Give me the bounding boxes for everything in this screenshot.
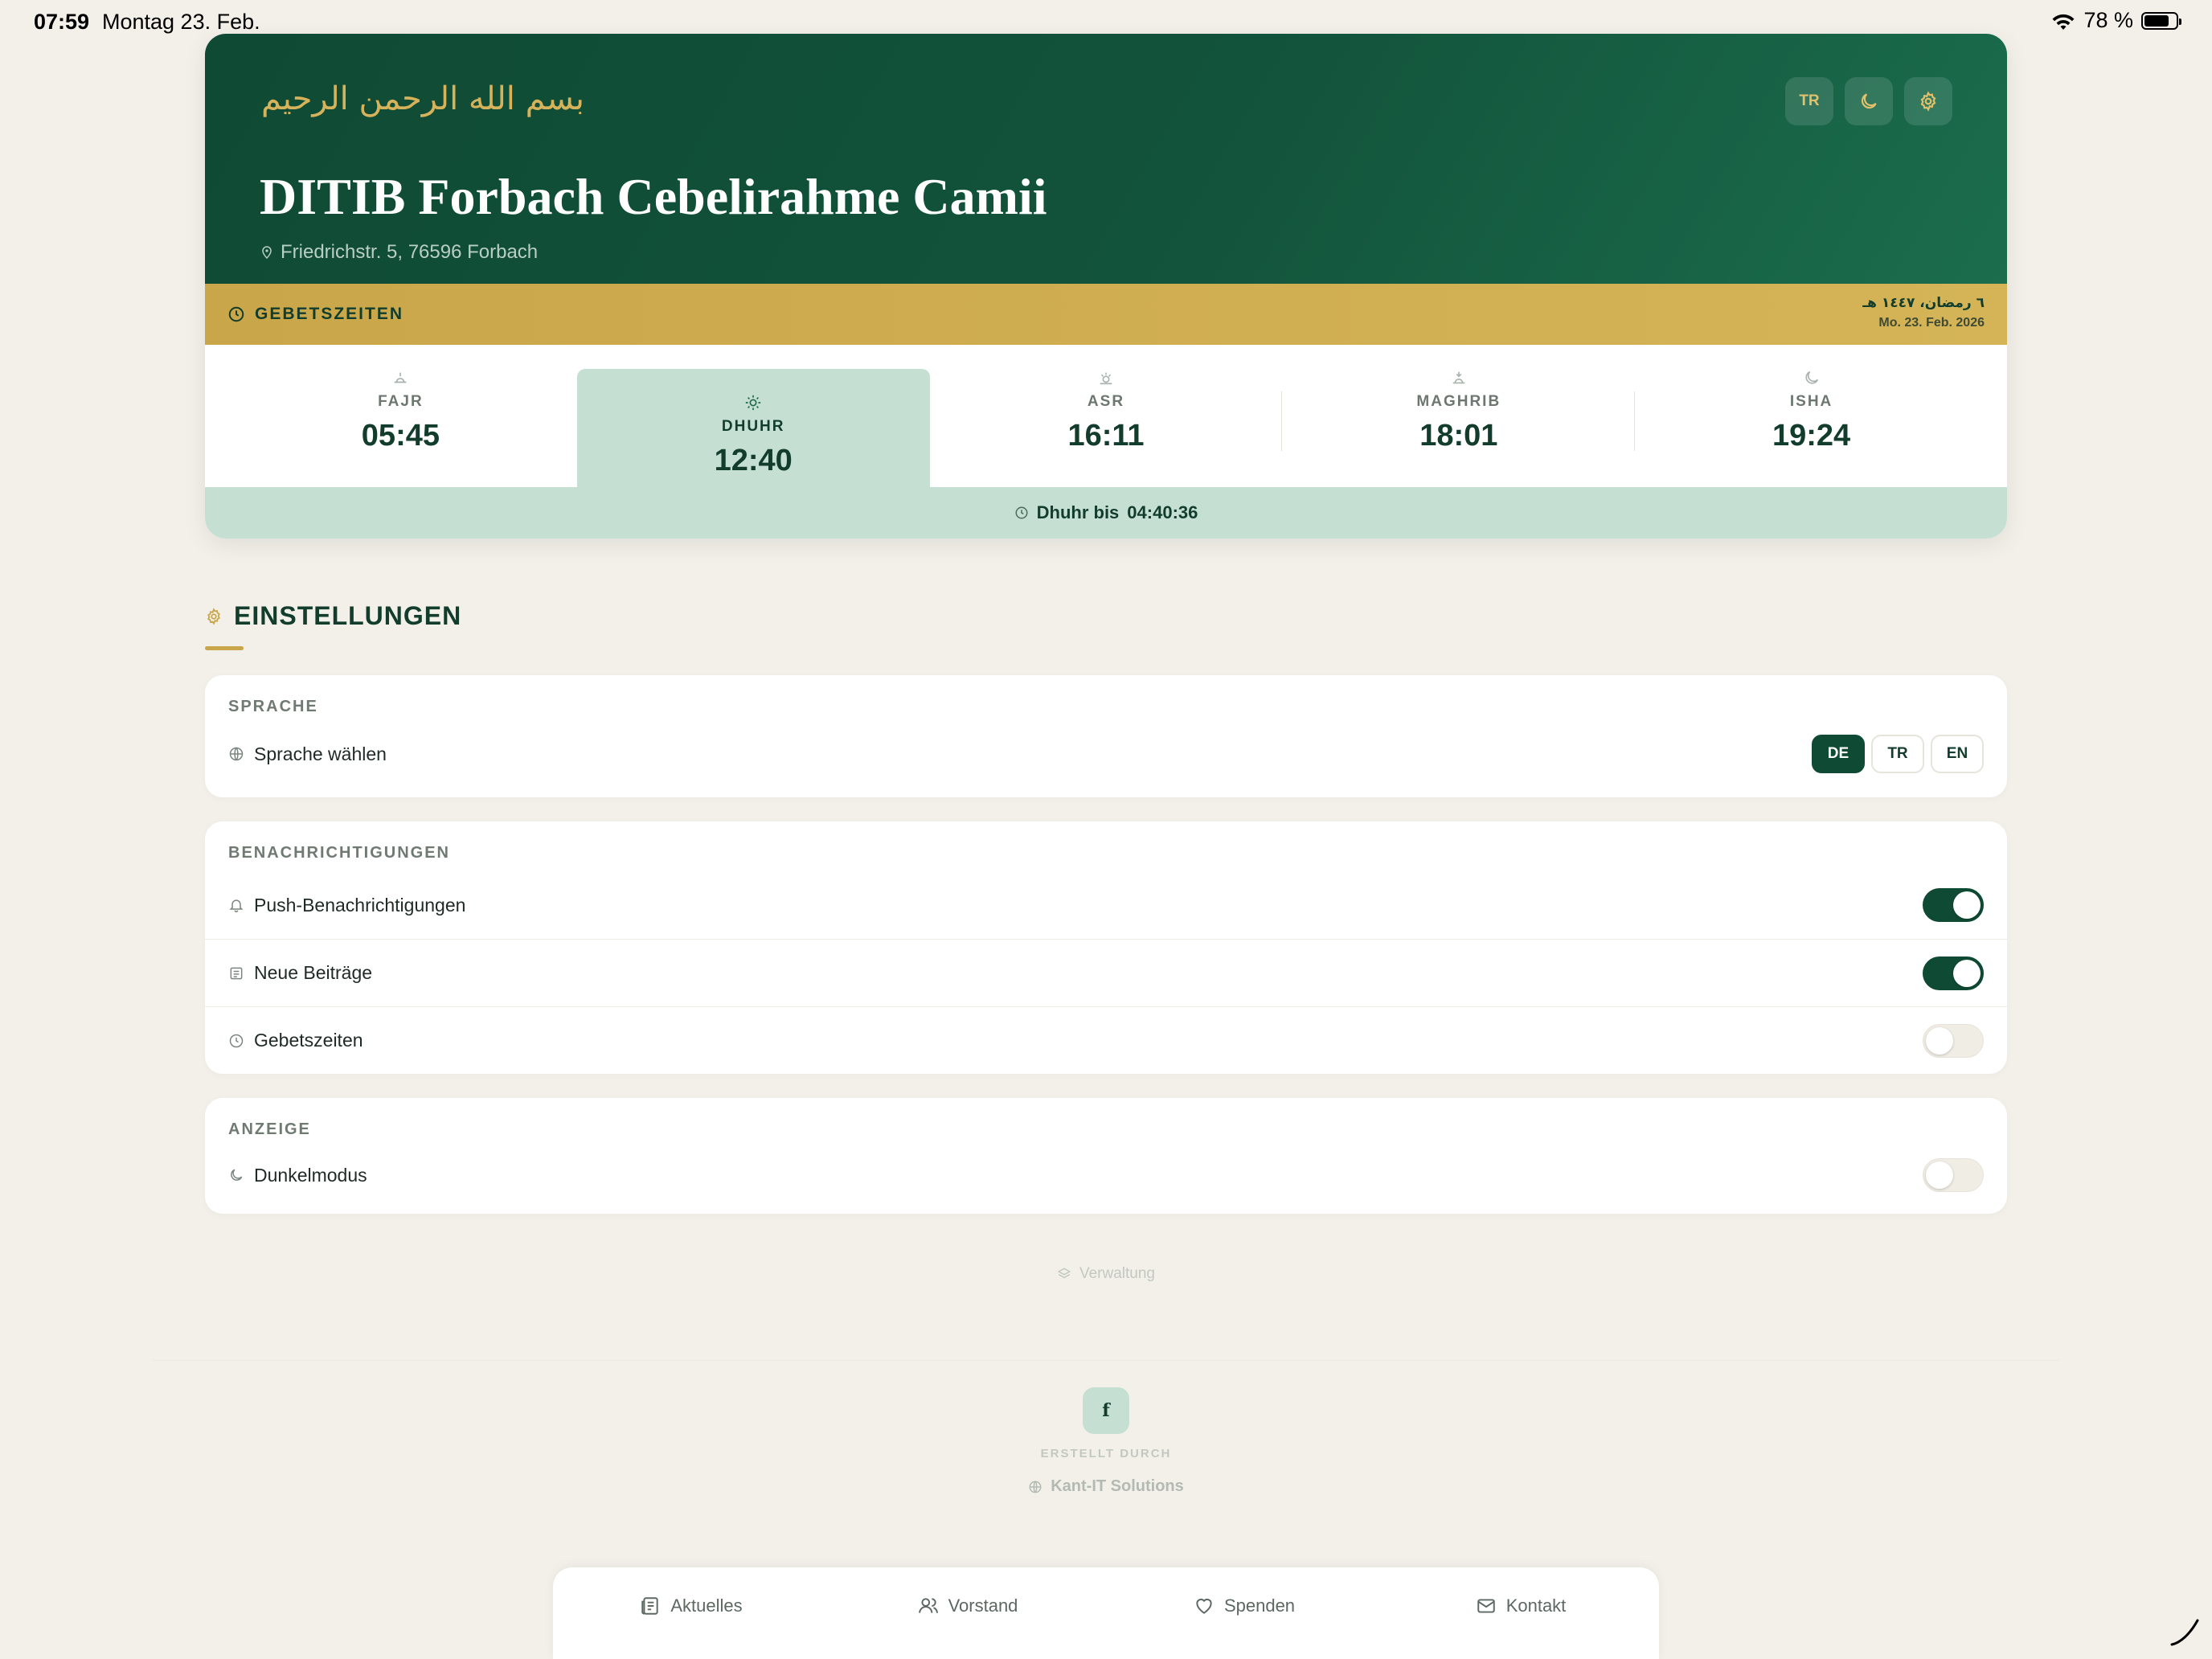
- sun-low-icon: [1100, 372, 1112, 385]
- layers-icon: [1057, 1268, 1071, 1279]
- language-section-header: SPRACHE: [228, 698, 318, 715]
- gear-icon: [1920, 91, 1936, 112]
- next-prayer-countdown: Dhuhr bis 04:40:36: [205, 487, 2007, 539]
- prayer-card: بسم الله الرحمن الرحيم DITIB Forbach Ceb…: [205, 34, 2007, 539]
- address: Friedrichstr. 5, 76596 Forbach: [261, 241, 538, 264]
- wifi-icon: [2051, 12, 2075, 30]
- dark-mode-button[interactable]: [1845, 77, 1893, 125]
- hero-header: بسم الله الرحمن الرحيم DITIB Forbach Ceb…: [205, 34, 2007, 284]
- admin-link[interactable]: Verwaltung: [0, 1265, 2212, 1283]
- lang-option-en[interactable]: EN: [1931, 735, 1984, 773]
- settings-title: EINSTELLUNGEN: [205, 601, 461, 631]
- dark-mode-toggle[interactable]: [1923, 1158, 1984, 1192]
- footer-divider: [153, 1360, 2059, 1361]
- countdown-label: Dhuhr bis: [1036, 502, 1120, 522]
- status-time: 07:59: [34, 10, 90, 34]
- moon-icon: [231, 1169, 243, 1181]
- language-selector: DE TR EN: [1812, 735, 1984, 773]
- clock-icon: [228, 306, 244, 322]
- tab-spenden[interactable]: Spenden: [1106, 1567, 1382, 1659]
- new-posts-row: Neue Beiträge: [205, 939, 2007, 1006]
- display-card: ANZEIGE Dunkelmodus: [205, 1098, 2007, 1214]
- prayer-dhuhr: DHUHR 12:40: [576, 369, 930, 503]
- settings-button[interactable]: [1904, 77, 1952, 125]
- tab-kontakt[interactable]: Kontakt: [1382, 1567, 1659, 1659]
- countdown-value: 04:40:36: [1127, 502, 1198, 522]
- notifications-section-header: BENACHRICHTIGUNGEN: [228, 844, 450, 862]
- clock-icon: [1015, 506, 1028, 519]
- company-link[interactable]: Kant-IT Solutions: [0, 1477, 2212, 1496]
- display-section-header: ANZEIGE: [228, 1120, 311, 1138]
- header-actions: TR: [1785, 77, 1952, 125]
- battery-icon: [2141, 11, 2181, 30]
- tab-aktuelles[interactable]: Aktuelles: [553, 1567, 830, 1659]
- newspaper-icon: [230, 967, 243, 979]
- date-block: ٦ رمضان، ١٤٤٧ هـ Mo. 23. Feb. 2026: [1862, 295, 1985, 330]
- globe-icon: [1029, 1481, 1042, 1493]
- prayer-times-notification-row: Gebetszeiten: [205, 1006, 2007, 1074]
- prayer-times-bar: GEBETSZEITEN ٦ رمضان، ١٤٤٧ هـ Mo. 23. Fe…: [205, 284, 2007, 345]
- users-icon: [918, 1598, 938, 1613]
- globe-icon: [229, 747, 244, 761]
- status-right: 78 %: [2051, 8, 2181, 33]
- mail-icon: [1477, 1599, 1495, 1613]
- push-notifications-toggle[interactable]: [1923, 888, 1984, 922]
- gregorian-date: Mo. 23. Feb. 2026: [1878, 316, 1985, 330]
- lang-option-de[interactable]: DE: [1812, 735, 1865, 773]
- moon-icon: [1805, 371, 1818, 384]
- moon-icon: [1861, 93, 1877, 109]
- hijri-date: ٦ رمضان، ١٤٤٧ هـ: [1862, 295, 1985, 311]
- push-notifications-row: Push-Benachrichtigungen: [205, 871, 2007, 939]
- prayer-times-toggle[interactable]: [1923, 1023, 1984, 1058]
- sunset-icon: [1452, 371, 1465, 384]
- address-text: Friedrichstr. 5, 76596 Forbach: [281, 241, 539, 263]
- language-toggle-button[interactable]: TR: [1785, 77, 1833, 125]
- facebook-icon: f: [1102, 1400, 1110, 1421]
- title-underline: [205, 646, 244, 650]
- language-row-label: Sprache wählen: [254, 743, 387, 764]
- language-row: Sprache wählen DE TR EN: [205, 720, 2007, 788]
- bottom-tab-bar: Aktuelles Vorstand Spenden Kontakt: [553, 1567, 1659, 1659]
- lang-option-tr[interactable]: TR: [1871, 735, 1924, 773]
- heart-icon: [1196, 1598, 1212, 1614]
- facebook-button[interactable]: f: [1083, 1387, 1129, 1434]
- clock-icon: [229, 1034, 244, 1047]
- mosque-name: DITIB Forbach Cebelirahme Camii: [260, 168, 1047, 225]
- gear-icon: [207, 607, 220, 625]
- dark-mode-row: Dunkelmodus: [205, 1141, 2007, 1209]
- created-by-label: ERSTELLT DURCH: [1040, 1447, 1172, 1460]
- pencil-indicator-icon: [2170, 1619, 2199, 1646]
- language-card: SPRACHE Sprache wählen DE TR EN: [205, 675, 2007, 797]
- tab-vorstand[interactable]: Vorstand: [830, 1567, 1106, 1659]
- bell-icon: [229, 899, 244, 913]
- notifications-card: BENACHRICHTIGUNGEN Push-Benachrichtigung…: [205, 821, 2007, 1074]
- sunrise-icon: [395, 372, 407, 383]
- sun-icon: [746, 395, 761, 411]
- bismillah: بسم الله الرحمن الرحيم: [261, 80, 585, 117]
- map-pin-icon: [262, 246, 272, 259]
- newspaper-icon: [641, 1597, 659, 1615]
- battery-percent: 78 %: [2083, 8, 2133, 32]
- status-date: Montag 23. Feb.: [102, 10, 260, 34]
- new-posts-toggle[interactable]: [1923, 956, 1984, 990]
- prayer-times-label: GEBETSZEITEN: [227, 305, 403, 324]
